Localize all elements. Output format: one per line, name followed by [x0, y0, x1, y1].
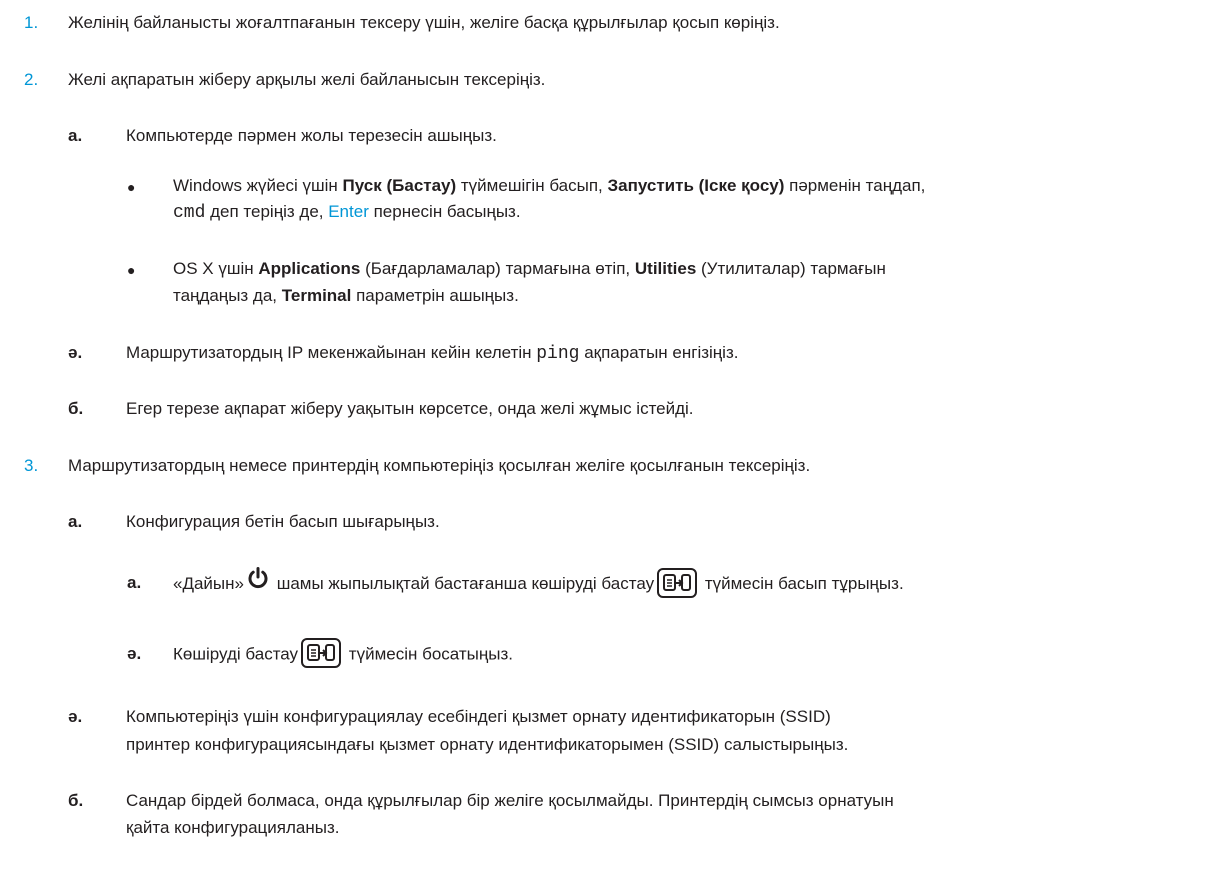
step-number: 3.: [24, 456, 39, 475]
bullet-text-line2: таңдаңыз да, Terminal параметрін ашыңыз.: [173, 286, 519, 305]
substep-letter: ә.: [127, 644, 142, 663]
start-copy-icon: [301, 638, 342, 668]
substep-text: Көшіруді бастау түймесін босатыңыз.: [173, 638, 513, 670]
bullet-text-line2: cmd деп теріңіз де, Enter пернесін басың…: [173, 202, 521, 223]
substep-text: Маршрутизатордың IP мекенжайынан кейін к…: [126, 343, 739, 364]
step-text: Маршрутизатордың немесе принтердің компь…: [68, 456, 811, 475]
start-menu-label: Пуск (Бастау): [342, 176, 457, 195]
applications-label: Applications: [258, 259, 361, 278]
bullet-icon: ●: [127, 179, 136, 195]
start-copy-icon: [657, 567, 698, 598]
substep-letter: б.: [68, 791, 84, 810]
substep-text: Егер терезе ақпарат жіберу уақытын көрсе…: [126, 399, 694, 418]
document-page: 1. Желінің байланысты жоғалтпағанын текс…: [0, 0, 1209, 879]
step-number: 2.: [24, 70, 39, 89]
substep-text: Компьютерде пәрмен жолы терезесін ашыңыз…: [126, 126, 497, 145]
step-number: 1.: [24, 13, 39, 32]
step-text: Желі ақпаратын жіберу арқылы желі байлан…: [68, 70, 546, 89]
substep-letter: ә.: [68, 343, 83, 362]
bullet-icon: ●: [127, 262, 136, 278]
enter-key-label: Enter: [328, 202, 369, 221]
terminal-label: Terminal: [281, 286, 352, 305]
run-command-label: Запустить (Іске қосу): [607, 176, 785, 195]
substep-letter: а.: [127, 573, 142, 592]
code-ping: ping: [536, 344, 580, 364]
substep-letter: б.: [68, 399, 84, 418]
substep-text: Конфигурация бетін басып шығарыңыз.: [126, 512, 440, 531]
substep-letter: ә.: [68, 707, 83, 726]
step-text: Желінің байланысты жоғалтпағанын тексеру…: [68, 13, 780, 32]
substep-text-line1: Компьютеріңіз үшін конфигурациялау есебі…: [126, 707, 831, 726]
bullet-text-line1: Windows жүйесі үшін Пуск (Бастау) түймеш…: [173, 176, 926, 195]
bullet-text-line1: OS X үшін Applications (Бағдарламалар) т…: [173, 259, 886, 278]
substep-letter: а.: [68, 512, 83, 531]
substep-text: «Дайын» шамы жыпылықтай бастағанша көшір…: [173, 567, 904, 600]
code-cmd: cmd: [173, 203, 206, 223]
substep-letter: а.: [68, 126, 83, 145]
substep-text-line2: қайта конфигурацияланыз.: [126, 818, 340, 837]
power-icon: [247, 567, 269, 598]
substep-text-line2: принтер конфигурациясындағы қызмет орнат…: [126, 735, 849, 754]
utilities-label: Utilities: [634, 259, 697, 278]
substep-text-line1: Сандар бірдей болмаса, онда құрылғылар б…: [126, 791, 894, 810]
